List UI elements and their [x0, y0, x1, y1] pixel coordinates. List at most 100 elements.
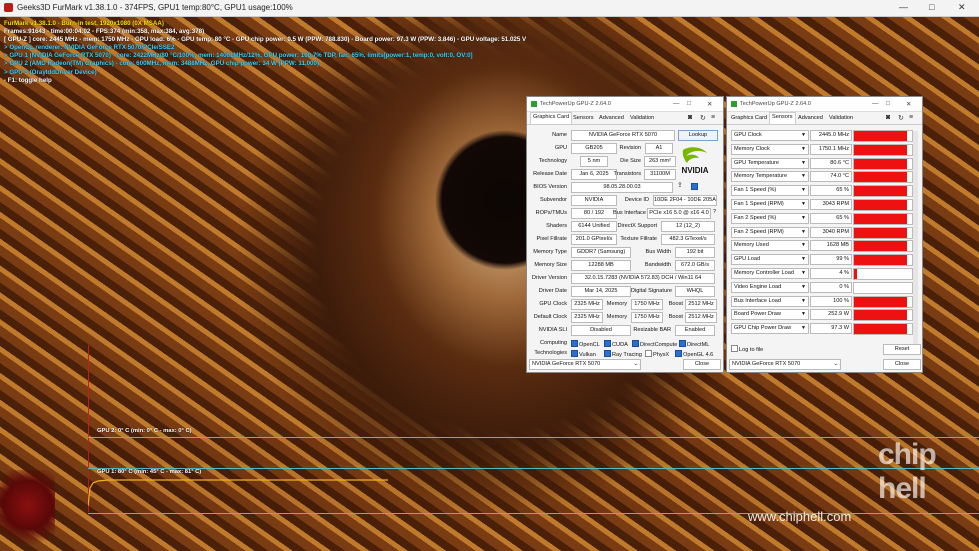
gpuz-sensors-tabs: Graphics Card Sensors Advanced Validatio…: [727, 112, 922, 125]
sensor-name-select[interactable]: Memory Temperature ▼: [731, 171, 809, 183]
sensor-name-select[interactable]: Board Power Draw ▼: [731, 309, 809, 321]
sensor-value: 3043 RPM: [810, 199, 852, 210]
minimize-button[interactable]: —: [899, 2, 908, 12]
close-window-button[interactable]: Close: [683, 359, 721, 370]
sensor-name-select[interactable]: Memory Controller Load ▼: [731, 268, 809, 279]
driver-date-label: Driver Date: [538, 288, 567, 294]
sensor-name-select[interactable]: Fan 1 Speed (RPM) ▼: [731, 199, 809, 210]
sensor-graph: [853, 212, 913, 225]
transistors-field: 31100M: [644, 169, 676, 180]
directcompute-checkbox[interactable]: DirectCompute: [632, 340, 677, 348]
gpu-label: GPU: [554, 145, 567, 151]
gpu-select[interactable]: NVIDIA GeForce RTX 5070 ⌄: [529, 359, 641, 370]
maximize-button[interactable]: □: [687, 100, 691, 107]
gpuz-card-titlebar: TechPowerUp GPU-Z 2.64.0 — □ ✕: [527, 97, 723, 112]
sensor-scrollbar[interactable]: [913, 131, 918, 346]
camera-icon[interactable]: ◙: [886, 114, 890, 121]
hud-line-frames: Frames:91643 - time:00:04:02 - FPS:374 (…: [4, 28, 205, 36]
close-button[interactable]: ✕: [958, 2, 966, 13]
vulkan-checkbox[interactable]: Vulkan: [571, 350, 596, 358]
refresh-icon[interactable]: ↻: [898, 114, 904, 122]
gpu-clock-label: GPU Clock: [539, 301, 567, 307]
nvidia-logo: NVIDIA: [681, 147, 709, 175]
chevron-down-icon: ▼: [801, 242, 806, 249]
uefi-checkbox[interactable]: [691, 183, 699, 191]
default-memory-label: Memory: [606, 314, 627, 320]
chevron-down-icon: ⌄: [633, 361, 638, 367]
directml-checkbox[interactable]: DirectML: [679, 340, 709, 348]
die-size-label: Die Size: [620, 158, 641, 164]
sensor-name-select[interactable]: Fan 1 Speed (%) ▼: [731, 185, 809, 197]
memory-size-field: 12288 MB: [571, 260, 631, 271]
checkbox-checked-icon: [604, 350, 611, 357]
sensor-graph-fill: [854, 144, 908, 155]
sensor-graph-fill: [854, 310, 908, 321]
checkbox-checked-icon: [675, 350, 682, 357]
tab-advanced[interactable]: Advanced: [798, 115, 823, 121]
sensor-name-select[interactable]: Fan 2 Speed (%) ▼: [731, 212, 809, 224]
default-boost-label: Boost: [668, 314, 683, 320]
lookup-button[interactable]: Lookup: [678, 130, 718, 141]
digital-signature-field: WHQL: [675, 286, 715, 297]
hud-line-title: FurMark v1.38.1.0 - Burn-in test, 1920x1…: [4, 20, 164, 27]
menu-icon[interactable]: ≡: [909, 114, 913, 121]
gpuz-card-tabs: Graphics Card Sensors Advanced Validatio…: [527, 112, 723, 125]
opengl-checkbox[interactable]: OpenGL 4.6: [675, 350, 713, 358]
sensor-value: 3040 RPM: [810, 226, 852, 238]
chevron-down-icon: ▼: [801, 283, 806, 290]
sensor-name-select[interactable]: Memory Clock ▼: [731, 143, 809, 155]
sensor-name-select[interactable]: GPU Load ▼: [731, 254, 809, 266]
sensor-name-select[interactable]: GPU Clock ▼: [731, 130, 809, 141]
sensor-graph: [853, 171, 913, 184]
directx-field: 12 (12_2): [661, 221, 715, 232]
reset-button[interactable]: Reset: [883, 344, 921, 355]
gpu-select[interactable]: NVIDIA GeForce RTX 5070 ⌄: [729, 359, 841, 370]
tab-graphics-card[interactable]: Graphics Card: [731, 115, 767, 121]
tab-validation[interactable]: Validation: [630, 115, 654, 121]
refresh-icon[interactable]: ↻: [700, 114, 706, 122]
technology-label: Technology: [538, 158, 567, 164]
bus-interface-label: Bus Interface: [613, 210, 646, 216]
help-icon[interactable]: ?: [713, 209, 716, 215]
sensor-graph: [853, 268, 913, 280]
close-button[interactable]: ✕: [906, 100, 911, 108]
cuda-checkbox[interactable]: CUDA: [604, 340, 628, 348]
tab-validation[interactable]: Validation: [829, 115, 853, 121]
sensor-graph-fill: [854, 186, 908, 197]
tab-sensors[interactable]: Sensors: [769, 112, 796, 124]
gpuz-card-title: TechPowerUp GPU-Z 2.64.0: [540, 101, 611, 107]
shaders-label: Shaders: [546, 223, 567, 229]
tab-advanced[interactable]: Advanced: [599, 115, 624, 121]
digital-signature-label: Digital Signature: [631, 288, 673, 294]
close-window-button[interactable]: Close: [883, 359, 921, 370]
sensor-name-select[interactable]: Video Engine Load ▼: [731, 281, 809, 293]
share-icon[interactable]: ⇪: [677, 181, 683, 189]
maximize-button[interactable]: □: [929, 2, 934, 12]
opencl-checkbox[interactable]: OpenCL: [571, 340, 600, 348]
sensor-name-select[interactable]: Memory Used ▼: [731, 240, 809, 252]
sensor-value: 4 %: [810, 268, 852, 279]
tab-graphics-card[interactable]: Graphics Card: [530, 112, 573, 124]
sensor-value: 97.3 W: [810, 323, 852, 335]
sensor-name-select[interactable]: GPU Temperature ▼: [731, 157, 809, 169]
physx-checkbox[interactable]: PhysX: [645, 350, 669, 358]
minimize-button[interactable]: —: [673, 100, 680, 107]
ray-tracing-checkbox[interactable]: Ray Tracing: [604, 350, 642, 358]
menu-icon[interactable]: ≡: [711, 114, 715, 121]
release-date-field: Jan 6, 2025: [571, 169, 617, 180]
sensor-name-select[interactable]: Bus Interface Load ▼: [731, 295, 809, 307]
maximize-button[interactable]: □: [886, 100, 890, 107]
svg-text:NVIDIA: NVIDIA: [681, 166, 708, 175]
default-clock-label: Default Clock: [533, 314, 567, 320]
camera-icon[interactable]: ◙: [688, 114, 692, 121]
chevron-down-icon: ▼: [801, 270, 806, 276]
minimize-button[interactable]: —: [872, 100, 879, 107]
sensor-name-select[interactable]: GPU Chip Power Draw ▼: [731, 323, 809, 335]
log-to-file-checkbox[interactable]: Log to file: [731, 345, 763, 353]
tab-sensors[interactable]: Sensors: [573, 115, 594, 121]
gpu2-temp-graph: [88, 437, 979, 465]
bus-width-field: 192 bit: [675, 247, 715, 258]
sensor-name-select[interactable]: Fan 2 Speed (RPM) ▼: [731, 226, 809, 238]
close-button[interactable]: ✕: [707, 100, 712, 108]
sensor-graph-fill: [854, 131, 908, 141]
